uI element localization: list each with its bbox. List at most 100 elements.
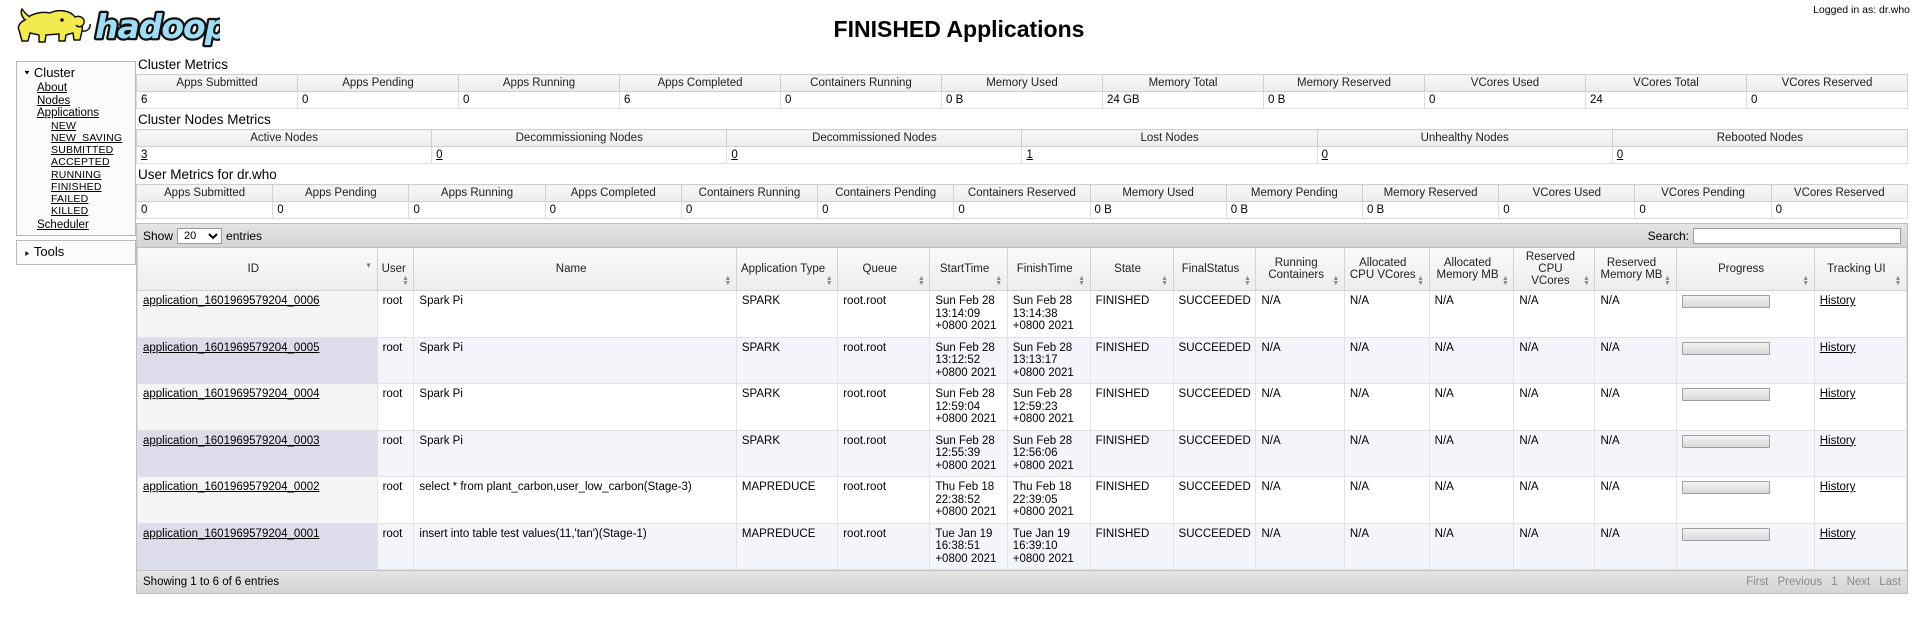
sidebar-item-about[interactable]: About bbox=[37, 82, 135, 95]
cell-starttime: Tue Jan 19 16:38:51 +0800 2021 bbox=[929, 522, 1008, 570]
search-control: Search: bbox=[1648, 227, 1901, 244]
decommissioned-nodes-link[interactable]: 0 bbox=[731, 149, 737, 161]
application-id-link[interactable]: application_1601969579204_0002 bbox=[143, 481, 320, 493]
cell-tracking-ui: History bbox=[1813, 429, 1908, 477]
history-link[interactable]: History bbox=[1820, 295, 1856, 307]
progress-bar bbox=[1681, 388, 1770, 401]
sidebar-item-finished[interactable]: FINISHED bbox=[51, 181, 135, 193]
sidebar-link-finished[interactable]: FINISHED bbox=[51, 181, 102, 193]
sidebar-link-new[interactable]: NEW bbox=[51, 120, 76, 132]
sidebar-link-scheduler[interactable]: Scheduler bbox=[37, 219, 89, 231]
user-metrics-title: User Metrics for dr.who bbox=[138, 167, 277, 182]
th-apps-pending: Apps Pending bbox=[297, 74, 459, 92]
sidebar-link-submitted[interactable]: SUBMITTED bbox=[51, 144, 113, 156]
sidebar-item-submitted[interactable]: SUBMITTED bbox=[51, 144, 135, 156]
application-id-link[interactable]: application_1601969579204_0005 bbox=[143, 342, 320, 354]
col-header-name[interactable]: Name ▲ ▼ bbox=[413, 248, 737, 291]
col-header-finalstatus[interactable]: FinalStatus ▲ ▼ bbox=[1172, 248, 1257, 291]
progress-bar bbox=[1681, 295, 1770, 308]
sort-icon: ▲ ▼ bbox=[1332, 275, 1340, 287]
pagination-first[interactable]: First bbox=[1746, 576, 1768, 588]
th-user-containers-reserved: Containers Reserved bbox=[953, 184, 1091, 202]
th-vcores-reserved: VCores Reserved bbox=[1746, 74, 1908, 92]
col-header-finishtime[interactable]: FinishTime ▲ ▼ bbox=[1006, 248, 1091, 291]
history-link[interactable]: History bbox=[1820, 435, 1856, 447]
sidebar-link-nodes[interactable]: Nodes bbox=[37, 95, 70, 107]
page-size-select[interactable]: 20 40 60 100 bbox=[177, 227, 223, 244]
sidebar-item-new[interactable]: NEW bbox=[51, 120, 135, 132]
chevron-right-icon: ▼ bbox=[23, 249, 31, 258]
sidebar-link-new-saving[interactable]: NEW_SAVING bbox=[51, 132, 122, 144]
decommissioning-nodes-link[interactable]: 0 bbox=[436, 149, 442, 161]
application-id-link[interactable]: application_1601969579204_0001 bbox=[143, 528, 320, 540]
td-user-vcores-reserved: 0 bbox=[1770, 201, 1909, 219]
pagination-next[interactable]: Next bbox=[1847, 576, 1871, 588]
sidebar-link-running[interactable]: RUNNING bbox=[51, 169, 101, 181]
sidebar-link-killed[interactable]: KILLED bbox=[51, 205, 88, 217]
cell-finishtime: Sun Feb 28 13:14:38 +0800 2021 bbox=[1006, 290, 1091, 338]
th-user-memory-reserved: Memory Reserved bbox=[1361, 184, 1500, 202]
td-active-nodes: 3 bbox=[135, 146, 433, 164]
td-user-containers-running: 0 bbox=[680, 201, 819, 219]
sidebar-item-failed[interactable]: FAILED bbox=[51, 193, 135, 205]
col-header-user[interactable]: User ▲ ▼ bbox=[376, 248, 415, 291]
application-id-link[interactable]: application_1601969579204_0006 bbox=[143, 295, 320, 307]
col-header-state[interactable]: State ▲ ▼ bbox=[1089, 248, 1174, 291]
sidebar-link-applications[interactable]: Applications bbox=[37, 107, 99, 119]
col-header-running-containers[interactable]: Running Containers ▲ ▼ bbox=[1255, 248, 1345, 291]
col-header-progress[interactable]: Progress ▲ ▼ bbox=[1675, 248, 1815, 291]
col-header-reserved-memory-mb[interactable]: Reserved Memory MB ▲ ▼ bbox=[1594, 248, 1677, 291]
th-vcores-total: VCores Total bbox=[1585, 74, 1747, 92]
nav-cluster-header[interactable]: ▼ Cluster bbox=[17, 64, 135, 82]
td-apps-pending: 0 bbox=[297, 91, 459, 109]
nav-cluster-block: ▼ Cluster About Nodes Applications NEW N… bbox=[16, 61, 136, 237]
unhealthy-nodes-link[interactable]: 0 bbox=[1322, 149, 1328, 161]
col-header-queue[interactable]: Queue ▲ ▼ bbox=[837, 248, 931, 291]
history-link[interactable]: History bbox=[1820, 342, 1856, 354]
col-header-allocated-memory-mb[interactable]: Allocated Memory MB ▲ ▼ bbox=[1428, 248, 1515, 291]
col-header-application-type[interactable]: Application Type ▲ ▼ bbox=[735, 248, 839, 291]
nav-tools-header[interactable]: ▼ Tools bbox=[17, 243, 135, 261]
pagination-previous[interactable]: Previous bbox=[1777, 576, 1822, 588]
sidebar-item-new-saving[interactable]: NEW_SAVING bbox=[51, 132, 135, 144]
lost-nodes-link[interactable]: 1 bbox=[1026, 149, 1032, 161]
pagination-last[interactable]: Last bbox=[1879, 576, 1901, 588]
col-header-reserved-cpu-vcores[interactable]: Reserved CPU VCores ▲ ▼ bbox=[1513, 248, 1596, 291]
application-id-link[interactable]: application_1601969579204_0003 bbox=[143, 435, 320, 447]
col-header-allocated-cpu-vcores[interactable]: Allocated CPU VCores ▲ ▼ bbox=[1343, 248, 1430, 291]
col-header-tracking-ui[interactable]: Tracking UI ▲ ▼ bbox=[1813, 248, 1908, 291]
history-link[interactable]: History bbox=[1820, 528, 1856, 540]
sidebar-item-killed[interactable]: KILLED bbox=[51, 205, 135, 217]
cell-name: Spark Pi bbox=[413, 429, 737, 477]
sidebar-item-applications[interactable]: Applications NEW NEW_SAVING SUBMITTED AC… bbox=[37, 107, 135, 217]
application-id-link[interactable]: application_1601969579204_0004 bbox=[143, 388, 320, 400]
col-header-id[interactable]: ID ▼ bbox=[137, 248, 378, 291]
table-header-row: ID ▼ User ▲▼ Name ▲▼ Application Type bbox=[137, 248, 1908, 291]
th-rebooted-nodes: Rebooted Nodes bbox=[1611, 129, 1909, 147]
sidebar-item-scheduler[interactable]: Scheduler bbox=[17, 217, 135, 232]
login-info: Logged in as: dr.who bbox=[1813, 4, 1910, 16]
sidebar-link-failed[interactable]: FAILED bbox=[51, 193, 88, 205]
sidebar-link-about[interactable]: About bbox=[37, 82, 67, 94]
td-decommissioned-nodes: 0 bbox=[726, 146, 1023, 164]
search-input[interactable] bbox=[1693, 227, 1901, 244]
rebooted-nodes-link[interactable]: 0 bbox=[1617, 149, 1623, 161]
col-header-starttime[interactable]: StartTime ▲ ▼ bbox=[929, 248, 1008, 291]
sidebar-item-nodes[interactable]: Nodes bbox=[37, 95, 135, 108]
table-row: application_1601969579204_0005 root Spar… bbox=[137, 336, 1908, 384]
sidebar-item-accepted[interactable]: ACCEPTED bbox=[51, 156, 135, 168]
td-apps-submitted: 6 bbox=[136, 91, 298, 109]
cell-reserved-memory-mb: N/A bbox=[1594, 429, 1677, 477]
table-row: 3 0 0 1 0 0 bbox=[135, 146, 1909, 164]
td-vcores-reserved: 0 bbox=[1746, 91, 1908, 109]
history-link[interactable]: History bbox=[1820, 388, 1856, 400]
sidebar-link-accepted[interactable]: ACCEPTED bbox=[51, 156, 110, 168]
th-decommissioning-nodes: Decommissioning Nodes bbox=[431, 129, 728, 147]
sidebar-item-running[interactable]: RUNNING bbox=[51, 169, 135, 181]
table-row: application_1601969579204_0001 root inse… bbox=[137, 522, 1908, 570]
pagination-page-1[interactable]: 1 bbox=[1831, 576, 1837, 588]
history-link[interactable]: History bbox=[1820, 481, 1856, 493]
cell-name: insert into table test values(11,'tan')(… bbox=[413, 522, 737, 570]
cell-queue: root.root bbox=[837, 290, 931, 338]
active-nodes-link[interactable]: 3 bbox=[141, 149, 147, 161]
